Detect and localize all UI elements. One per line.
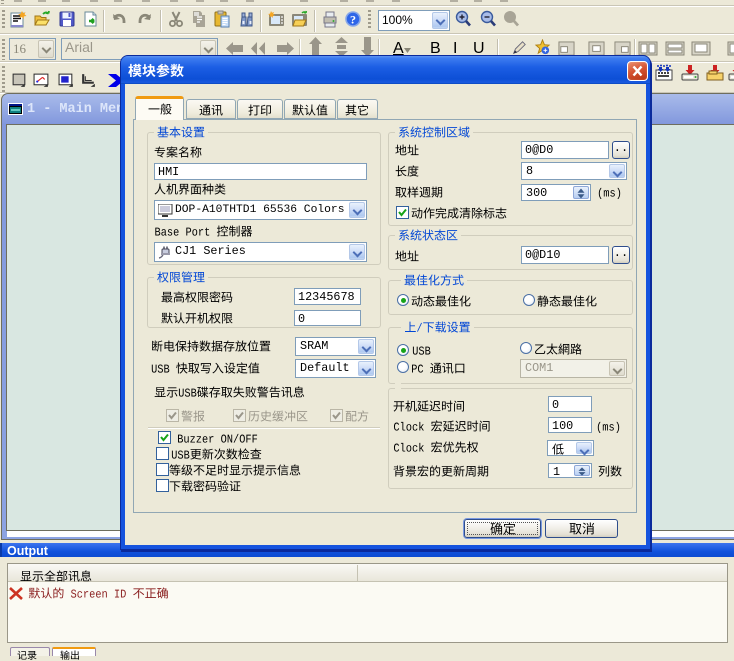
svg-text:?: ? xyxy=(350,13,356,27)
